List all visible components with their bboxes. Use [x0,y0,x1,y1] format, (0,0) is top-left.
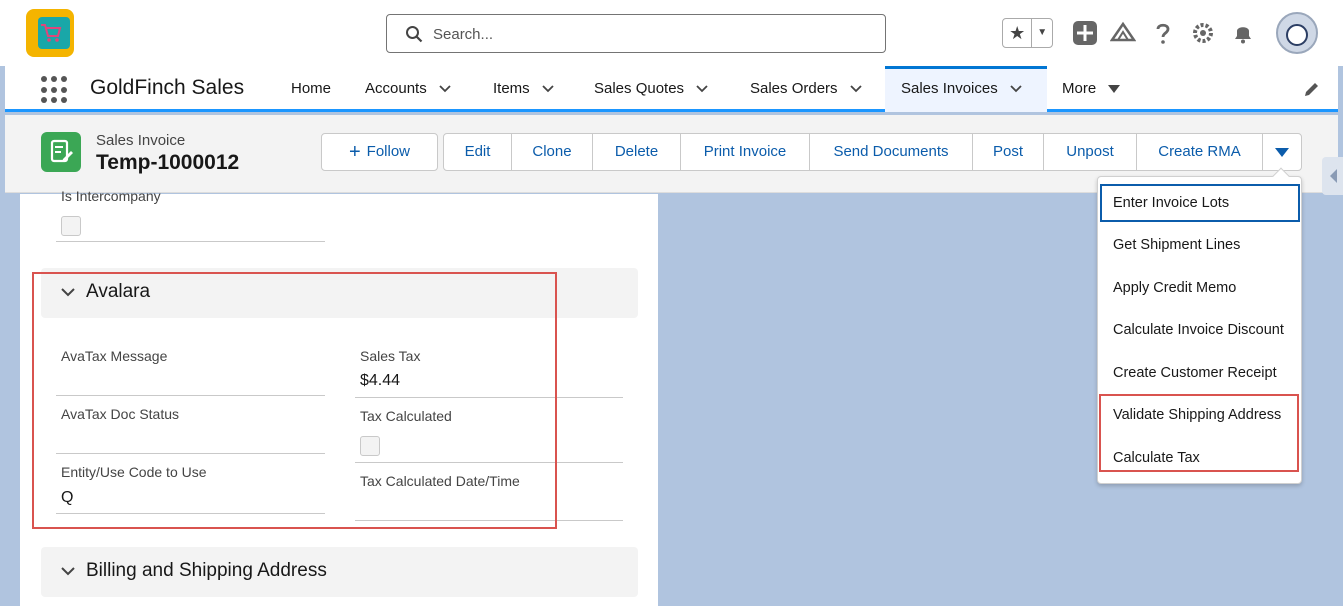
search-input[interactable] [433,21,873,47]
caret-down-icon [1275,147,1289,157]
nav-item-sales-invoices[interactable]: Sales Invoices [885,66,1047,112]
app-name: GoldFinch Sales [90,76,245,99]
nav-item-sales-orders[interactable]: Sales Orders [750,66,862,112]
nav-item-label: More [1062,80,1097,97]
chevron-left-icon [1330,169,1337,183]
nav-item-more[interactable]: More [1062,66,1121,112]
nav-item-label: Accounts [365,80,427,97]
clone-button[interactable]: Clone [511,133,593,171]
sales-invoice-record-icon [41,132,81,172]
plus-icon[interactable] [1072,20,1098,46]
post-button[interactable]: Post [972,133,1044,171]
help-icon[interactable] [1150,20,1176,46]
nav-item-label: Home [291,80,332,97]
trailhead-icon[interactable] [1110,20,1136,46]
document-icon [50,139,73,163]
nav-item-label: Items [493,80,530,97]
chevron-down-icon[interactable] [696,85,708,93]
user-avatar[interactable] [1276,12,1318,54]
is-intercompany-label: Is Intercompany [61,188,161,204]
bell-icon[interactable] [1230,20,1256,46]
utility-side-tab[interactable] [1322,157,1343,195]
unpost-button[interactable]: Unpost [1043,133,1137,171]
edit-nav-pencil-icon[interactable] [1303,80,1321,98]
menu-item-enter-invoice-lots[interactable]: Enter Invoice Lots [1100,184,1300,222]
more-actions-dropdown-button[interactable] [1262,133,1302,171]
menu-highlight-box [1099,394,1299,472]
cart-icon [41,24,62,42]
send-documents-button[interactable]: Send Documents [809,133,973,171]
chevron-down-icon[interactable] [1010,85,1022,93]
app-logo[interactable] [26,9,74,57]
billing-shipping-section-header[interactable]: Billing and Shipping Address [41,547,638,597]
chevron-down-icon [61,567,75,576]
favorites-dropdown-icon[interactable]: ▼ [1032,19,1052,47]
record-title: Temp-1000012 [96,151,240,174]
create-rma-button[interactable]: Create RMA [1136,133,1263,171]
search-icon [406,26,423,43]
menu-item-calculate-invoice-discount[interactable]: Calculate Invoice Discount [1100,311,1300,349]
app-navigation-bar: GoldFinch Sales Home Accounts Items Sale… [5,66,1338,112]
nav-item-label: Sales Orders [750,80,838,97]
favorites-button-group: ★ ▼ [1002,18,1053,48]
nav-item-accounts[interactable]: Accounts [365,66,451,112]
nav-item-label: Sales Invoices [901,80,998,97]
print-invoice-button[interactable]: Print Invoice [680,133,810,171]
app-launcher-icon[interactable] [41,76,69,104]
global-header: ★ ▼ [0,0,1343,66]
follow-label: Follow [366,143,411,160]
nav-item-sales-quotes[interactable]: Sales Quotes [594,66,708,112]
menu-item-create-customer-receipt[interactable]: Create Customer Receipt [1100,354,1300,392]
delete-button[interactable]: Delete [592,133,681,171]
billing-shipping-section-title: Billing and Shipping Address [86,560,327,581]
field-divider [56,241,325,242]
menu-item-get-shipment-lines[interactable]: Get Shipment Lines [1100,226,1300,264]
chevron-down-icon[interactable] [849,85,862,93]
follow-button[interactable]: + Follow [321,133,438,171]
caret-down-icon[interactable] [1108,85,1121,94]
plus-icon: + [348,141,361,163]
star-icon[interactable]: ★ [1003,19,1033,47]
is-intercompany-checkbox[interactable] [61,216,81,236]
avalara-highlight-box [32,272,557,529]
menu-item-apply-credit-memo[interactable]: Apply Credit Memo [1100,269,1300,307]
edit-button[interactable]: Edit [443,133,512,171]
chevron-down-icon[interactable] [439,85,451,93]
nav-item-label: Sales Quotes [594,80,685,97]
gear-icon[interactable] [1190,20,1216,46]
nav-item-home[interactable]: Home [291,66,331,112]
global-search[interactable] [386,14,886,53]
record-object-label: Sales Invoice [96,132,186,149]
avatar-face-icon [1286,24,1308,46]
nav-item-items[interactable]: Items [493,66,554,112]
chevron-down-icon[interactable] [542,85,554,93]
